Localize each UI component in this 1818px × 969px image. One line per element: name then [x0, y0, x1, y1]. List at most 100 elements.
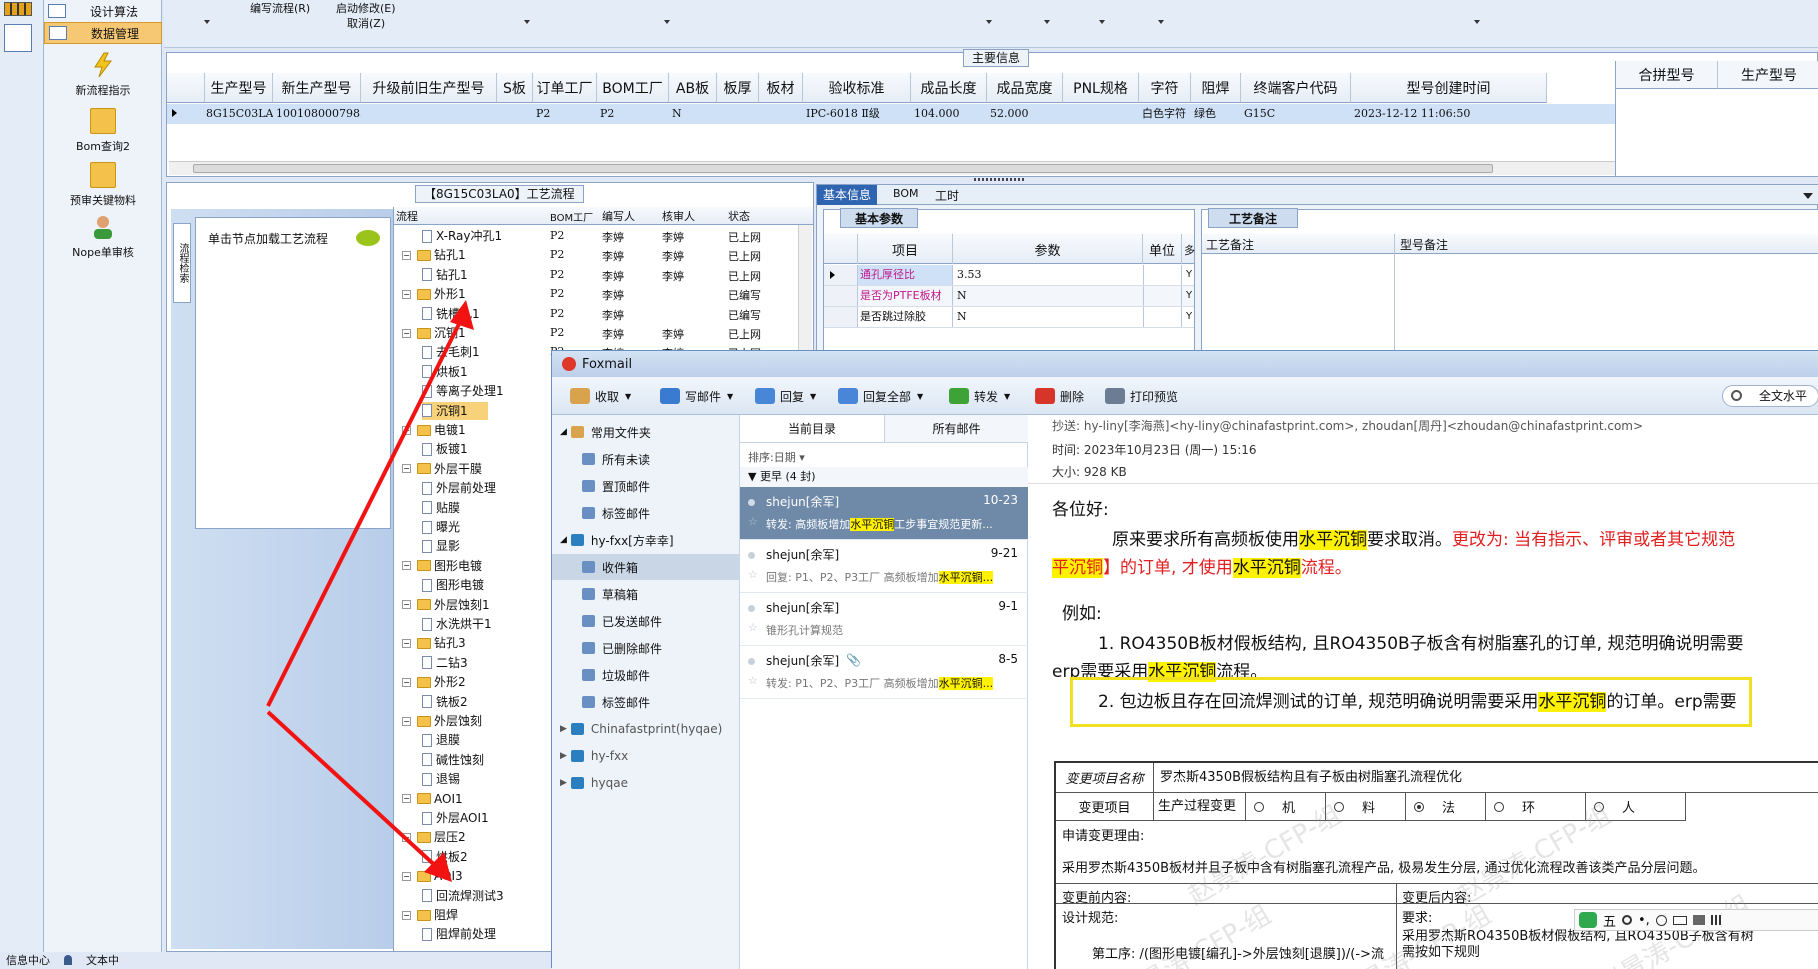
folder-item[interactable]: 垃圾邮件 — [552, 662, 740, 688]
tree-node-step[interactable]: 显影 — [422, 537, 460, 555]
col-header[interactable]: 生产型号 — [205, 73, 273, 103]
param-row[interactable]: 是否为PTFE板材 N Y — [824, 286, 1194, 307]
nav-new-process-instruction[interactable]: 新流程指示 — [44, 52, 162, 98]
collapse-icon[interactable]: − — [402, 464, 411, 474]
tree-node-step[interactable]: 铣槽孔1 — [422, 305, 480, 323]
tree-node-step[interactable]: 退锡 — [422, 770, 460, 788]
dropdown-arrow-icon[interactable] — [1158, 20, 1164, 24]
grid-icon[interactable] — [4, 2, 32, 16]
collapse-icon[interactable]: − — [402, 910, 411, 920]
tree-node-step[interactable]: 板镀1 — [422, 440, 468, 458]
tree-node-group[interactable]: − 外层干膜 — [402, 460, 482, 478]
splitter-grip[interactable] — [974, 178, 1024, 181]
col-param[interactable]: 参数 — [953, 234, 1143, 264]
collapse-icon[interactable]: − — [402, 289, 411, 299]
tree-node-step[interactable]: 烘板1 — [422, 363, 468, 381]
col-header[interactable]: 板厚 — [717, 73, 759, 103]
group-header[interactable]: ▼ 更早 (4 封) — [740, 467, 1028, 487]
message-item[interactable]: shejun[余军] 9-21 ☆ 回复: P1、P2、P3工厂 高频板增加水平沉铜.… — [740, 540, 1028, 593]
grid-cell[interactable] — [717, 104, 759, 124]
col-header[interactable]: S板 — [497, 73, 533, 103]
chevron-down-icon[interactable] — [1803, 193, 1813, 199]
nav-bom-query2[interactable]: Bom查询2 — [44, 108, 162, 154]
forward-button[interactable]: 转发 ▼ — [949, 386, 1010, 406]
col-process[interactable]: 流程 — [396, 208, 418, 224]
star-icon[interactable]: ☆ — [748, 621, 758, 634]
info-center-tab[interactable]: 信息中心 — [6, 952, 50, 968]
receive-button[interactable]: 收取 ▼ — [570, 386, 631, 406]
nav-prereview-key-material[interactable]: 预审关键物料 — [44, 162, 162, 208]
col-checker[interactable]: 核审人 — [662, 208, 695, 224]
tree-node-step[interactable]: 烘板2 — [422, 848, 468, 866]
col-header[interactable]: 字符 — [1139, 73, 1191, 103]
chevron-right-icon[interactable]: ▶ — [560, 724, 567, 734]
collapse-icon[interactable]: − — [402, 425, 411, 435]
menu-edit-process[interactable]: 编写流程(R) — [250, 0, 310, 16]
dropdown-arrow-icon[interactable] — [524, 20, 530, 24]
text-tab[interactable]: 文本中 — [86, 952, 119, 968]
tree-node-step[interactable]: 沉铜1 — [422, 401, 488, 420]
account-node[interactable]: ▶ hy-fxx — [552, 743, 740, 769]
col-status[interactable]: 状态 — [728, 208, 750, 224]
col-header[interactable]: BOM工厂 — [597, 73, 669, 103]
dropdown-arrow-icon[interactable] — [986, 20, 992, 24]
collapse-icon[interactable]: − — [402, 638, 411, 648]
tab-work-hours[interactable]: 工时 — [935, 187, 959, 204]
tree-node-group[interactable]: − 外形1 — [402, 285, 466, 303]
grid-cell[interactable] — [759, 104, 803, 124]
collapse-icon[interactable]: − — [402, 794, 411, 804]
tab-current-folder[interactable]: 当前目录 — [740, 415, 884, 443]
col-header[interactable]: 验收标准 — [803, 73, 911, 103]
tree-node-step[interactable]: 阻焊前处理 — [422, 925, 496, 943]
chevron-down-icon[interactable]: ◢ — [560, 535, 567, 545]
col-model-note[interactable]: 型号备注 — [1400, 236, 1448, 253]
col-process-note[interactable]: 工艺备注 — [1206, 236, 1254, 253]
folder-item[interactable]: 所有未读 — [552, 446, 740, 472]
message-item[interactable]: shejun[余军] 📎 8-5 ☆ 转发: P1、P2、P3工厂 高频板增加水平沉铜.… — [740, 646, 1028, 699]
tab-all-mail[interactable]: 所有邮件 — [884, 415, 1028, 443]
vertical-tab-process-search[interactable]: 流程检索 — [173, 223, 191, 303]
tree-node-step[interactable]: 曝光 — [422, 518, 460, 536]
grid-cell[interactable]: 52.000 — [987, 104, 1063, 124]
delete-button[interactable]: 删除 — [1035, 386, 1084, 406]
col-header[interactable]: 终端客户代码 — [1241, 73, 1351, 103]
dropdown-arrow-icon[interactable] — [1099, 20, 1105, 24]
tree-node-step[interactable]: 碱性蚀刻 — [422, 751, 484, 769]
col-header[interactable]: 升级前旧生产型号 — [361, 73, 497, 103]
col-header[interactable]: 型号创建时间 — [1351, 73, 1547, 103]
col-header[interactable]: 新生产型号 — [273, 73, 361, 103]
col-unit[interactable]: 单位 — [1143, 234, 1182, 264]
folder-item[interactable]: 草稿箱 — [552, 581, 740, 607]
horizontal-scrollbar[interactable] — [169, 161, 1615, 175]
chevron-right-icon[interactable]: ▶ — [560, 751, 567, 761]
calculator-icon[interactable] — [4, 24, 32, 52]
star-icon[interactable]: ☆ — [748, 515, 758, 528]
collapse-icon[interactable]: − — [402, 561, 411, 571]
grid-cell[interactable]: N — [669, 104, 717, 124]
dropdown-arrow-icon[interactable] — [1474, 20, 1480, 24]
grid-cell[interactable] — [497, 104, 533, 124]
account-node[interactable]: ▶ Chinafastprint(hyqae) — [552, 716, 740, 742]
tree-node-group[interactable]: − 钻孔3 — [402, 634, 466, 652]
tree-node-step[interactable]: 去毛刺1 — [422, 343, 480, 361]
tree-node-group[interactable]: − 图形电镀 — [402, 557, 482, 575]
col-header[interactable]: PNL规格 — [1063, 73, 1139, 103]
folder-item[interactable]: 收件箱 — [552, 554, 740, 580]
tree-node-step[interactable]: 贴膜 — [422, 499, 460, 517]
tree-node-step[interactable]: 外层AOI1 — [422, 809, 489, 827]
collapse-icon[interactable]: − — [402, 716, 411, 726]
col-header[interactable]: 阻焊 — [1191, 73, 1241, 103]
tab-basic-info[interactable]: 基本信息 — [817, 185, 878, 205]
col-header[interactable]: 板材 — [759, 73, 803, 103]
star-icon[interactable]: ☆ — [748, 674, 758, 687]
tree-node-group[interactable]: − 电镀1 — [402, 421, 466, 439]
side-col-production-model[interactable]: 生产型号 — [1718, 61, 1818, 89]
collapse-icon[interactable]: − — [402, 600, 411, 610]
folder-item[interactable]: 已发送邮件 — [552, 608, 740, 634]
tree-node-step[interactable]: 外层前处理 — [422, 479, 496, 497]
collapse-icon[interactable]: − — [402, 871, 411, 881]
chevron-right-icon[interactable]: ▶ — [560, 778, 567, 788]
grid-cell[interactable]: 8G15C03LA0 — [203, 104, 273, 124]
tree-node-step[interactable]: 退膜 — [422, 731, 460, 749]
folder-group[interactable]: ◢ 常用文件夹 — [552, 419, 740, 445]
